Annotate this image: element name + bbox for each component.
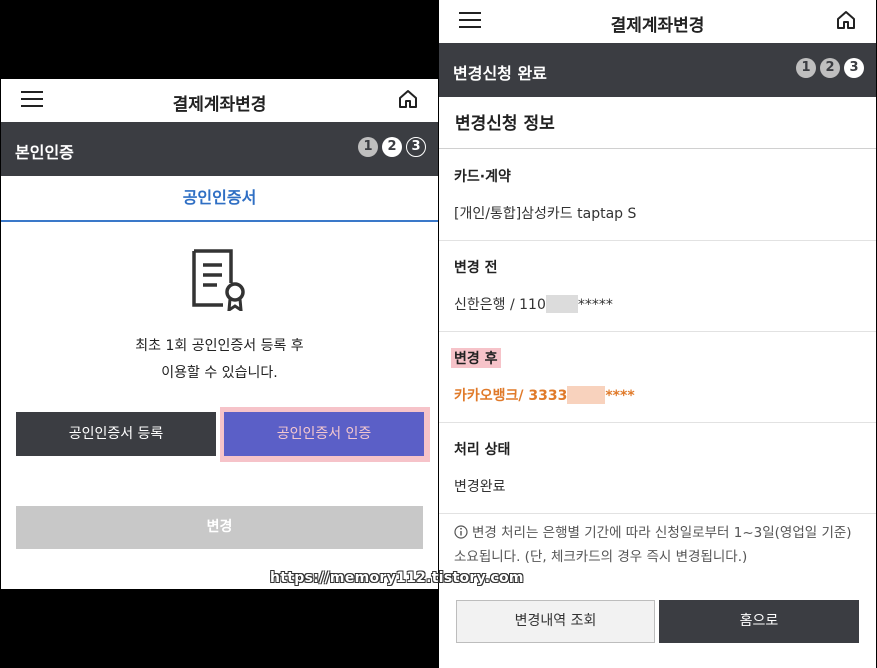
account-suffix: **** <box>605 388 635 404</box>
watermark-text: https://memory112.tistory.com <box>270 570 524 586</box>
step-3: 3 <box>406 137 426 157</box>
top-bar: 결제계좌변경 <box>439 0 876 42</box>
step-3: 3 <box>844 58 864 78</box>
info-row-status: 처리 상태 변경완료 <box>439 422 876 514</box>
info-icon <box>454 525 468 539</box>
account-suffix: ***** <box>577 297 613 313</box>
tab-certificate[interactable]: 공인인증서 <box>1 176 438 222</box>
step-bar: 본인인증 1 2 3 <box>1 122 438 176</box>
notice-text: 변경 처리는 은행별 기간에 따라 신청일로부터 1~3일(영업일 기준) 소요… <box>454 525 852 565</box>
certificate-icon <box>192 249 245 311</box>
info-row-before: 변경 전 신한은행 / 110 ***** <box>439 240 876 332</box>
step-title: 본인인증 <box>15 143 74 162</box>
step-1: 1 <box>358 137 378 157</box>
notice-line-1: 최초 1회 공인인증서 등록 후 <box>135 338 304 354</box>
account-prefix: 신한은행 / 110 <box>454 297 546 313</box>
row-value: 신한은행 / 110 ***** <box>454 294 613 314</box>
home-icon[interactable] <box>835 9 857 31</box>
step-indicator: 1 2 3 <box>796 58 864 78</box>
info-row-card: 카드·계약 [개인/통합]삼성카드 taptap S <box>439 149 876 241</box>
row-label: 카드·계약 <box>454 169 511 185</box>
step-title: 변경신청 완료 <box>453 64 547 83</box>
row-label: 처리 상태 <box>454 442 511 458</box>
right-screen: 결제계좌변경 변경신청 완료 1 2 3 변경신청 정보 카드·계약 [개인/통… <box>439 0 876 668</box>
top-bar: 결제계좌변경 <box>1 79 438 121</box>
row-label: 변경 후 <box>451 348 501 368</box>
account-prefix: 카카오뱅크/ 3333 <box>454 388 568 404</box>
step-bar: 변경신청 완료 1 2 3 <box>439 43 876 97</box>
row-value: [개인/통합]삼성카드 taptap S <box>454 206 637 222</box>
masked-digits <box>567 386 606 404</box>
section-title: 변경신청 정보 <box>439 97 876 149</box>
home-icon[interactable] <box>397 88 419 110</box>
notice: 변경 처리는 은행별 기간에 따라 신청일로부터 1~3일(영업일 기준) 소요… <box>454 521 864 569</box>
masked-digits <box>545 295 578 313</box>
step-2: 2 <box>820 58 840 78</box>
step-1: 1 <box>796 58 816 78</box>
step-2: 2 <box>382 137 402 157</box>
change-button[interactable]: 변경 <box>16 506 423 549</box>
left-screen: 결제계좌변경 본인인증 1 2 3 공인인증서 최초 1회 공인인증서 등록 후… <box>1 79 438 589</box>
notice-line-2: 이용할 수 있습니다. <box>161 365 278 381</box>
home-button[interactable]: 홈으로 <box>659 600 859 643</box>
row-value: 카카오뱅크/ 3333 **** <box>454 385 635 405</box>
row-value: 변경완료 <box>454 479 506 495</box>
row-label: 변경 전 <box>454 260 498 276</box>
register-certificate-button[interactable]: 공인인증서 등록 <box>16 412 216 456</box>
page-title: 결제계좌변경 <box>172 95 267 115</box>
page-title: 결제계좌변경 <box>610 16 705 36</box>
info-row-after: 변경 후 카카오뱅크/ 3333 **** <box>439 331 876 423</box>
step-indicator: 1 2 3 <box>358 137 426 157</box>
authenticate-certificate-button[interactable]: 공인인증서 인증 <box>224 412 424 456</box>
change-history-button[interactable]: 변경내역 조회 <box>456 600 655 643</box>
